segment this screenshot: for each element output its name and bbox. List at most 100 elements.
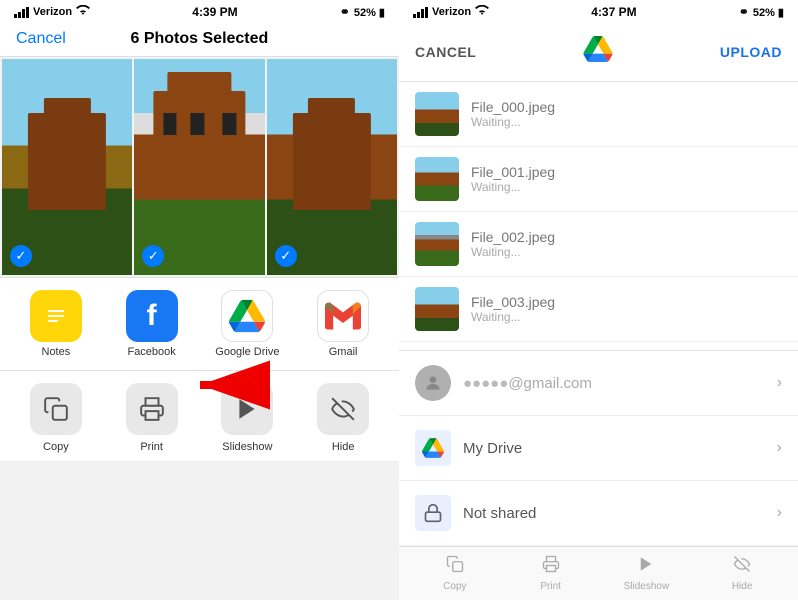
check-badge-3: ✓ [275,245,297,267]
file-thumb-0 [415,92,459,136]
file-status-1: Waiting... [471,180,782,194]
drive-folder-icon [415,430,451,466]
photo-3[interactable]: ✓ [267,59,397,275]
file-status-3: Waiting... [471,310,782,324]
bottom-bar-right: Copy Print Slideshow [399,546,798,600]
slideshow-label: Slideshow [222,441,272,453]
photo-bg-3 [267,59,397,275]
wifi-icon-right [475,5,489,19]
bottom-hide-label: Hide [732,581,753,592]
bluetooth-icon-right: ⚭ [739,5,749,19]
file-item-2: File_002.jpeg Waiting... [399,212,798,277]
photo-2[interactable]: ✓ [134,59,264,275]
not-shared-label: Not shared [463,505,765,522]
battery-left: 52% ▮ [354,6,385,19]
photo-1[interactable]: ✓ [2,59,132,275]
cancel-button-left[interactable]: Cancel [16,30,66,48]
status-right-right: ⚭ 52% ▮ [739,5,784,19]
building-1 [28,113,106,210]
bottom-print-label: Print [540,581,561,592]
file-name-2: File_002.jpeg [471,229,782,245]
right-phone: Verizon 4:37 PM ⚭ 52% ▮ CANCEL [399,0,798,600]
photo-bg-2 [134,59,264,275]
status-bar-right: Verizon 4:37 PM ⚭ 52% ▮ [399,0,798,22]
bottom-slideshow-label: Slideshow [624,581,670,592]
file-info-0: File_000.jpeg Waiting... [471,99,782,129]
bottom-copy-label: Copy [443,581,466,592]
photo-bg-1 [2,59,132,275]
bottom-hide[interactable]: Hide [694,555,790,592]
file-thumb-1 [415,157,459,201]
nav-title-left: 6 Photos Selected [130,30,268,48]
carrier-left: Verizon [14,5,90,19]
file-name-1: File_001.jpeg [471,164,782,180]
building-3 [293,113,371,210]
action-copy[interactable]: Copy [8,383,104,453]
file-status-2: Waiting... [471,245,782,259]
copy-label: Copy [43,441,69,453]
building-2 [154,91,245,199]
share-app-facebook[interactable]: f Facebook [104,290,200,358]
account-chevron: › [777,374,782,392]
file-list: File_000.jpeg Waiting... File_001.jpeg W… [399,82,798,350]
notes-label: Notes [42,346,71,358]
status-bar-left: Verizon 4:39 PM ⚭ 52% ▮ [0,0,399,22]
file-item-0: File_000.jpeg Waiting... [399,82,798,147]
dialog-cancel-button[interactable]: CANCEL [415,44,476,60]
hide-label: Hide [332,441,355,453]
file-thumb-3 [415,287,459,331]
bottom-print[interactable]: Print [503,555,599,592]
file-item-1: File_001.jpeg Waiting... [399,147,798,212]
file-thumb-2 [415,222,459,266]
bottom-hide-icon [733,555,751,578]
signal-icon-right [413,7,428,18]
share-app-gmail[interactable]: Gmail [295,290,391,358]
carrier-right: Verizon [413,5,489,19]
time-right: 4:37 PM [591,5,636,19]
battery-right: 52% ▮ [753,6,784,19]
account-avatar [415,365,451,401]
upload-dialog: CANCEL UPLOAD File [399,22,798,600]
bottom-slideshow[interactable]: Slideshow [599,555,695,592]
status-right-left: ⚭ 52% ▮ [340,5,385,19]
time-left: 4:39 PM [192,5,237,19]
not-shared-chevron: › [777,504,782,522]
check-badge-1: ✓ [10,245,32,267]
dialog-upload-button[interactable]: UPLOAD [720,44,782,60]
file-info-1: File_001.jpeg Waiting... [471,164,782,194]
bottom-print-icon [542,555,560,578]
action-hide[interactable]: Hide [295,383,391,453]
share-app-gdrive[interactable]: Google Drive [200,290,296,358]
bluetooth-icon-left: ⚭ [340,5,350,19]
file-info-2: File_002.jpeg Waiting... [471,229,782,259]
dialog-nav: CANCEL UPLOAD [399,22,798,82]
nav-bar-left: Cancel 6 Photos Selected [0,22,399,57]
notes-icon [30,290,82,342]
bottom-copy-icon [446,555,464,578]
bottom-copy[interactable]: Copy [407,555,503,592]
file-name-3: File_003.jpeg [471,294,782,310]
location-section: ●●●●●@gmail.com › My Drive [399,350,798,546]
lock-icon [415,495,451,531]
facebook-icon: f [126,290,178,342]
gdrive-icon [221,290,273,342]
gmail-label: Gmail [329,346,358,358]
account-row[interactable]: ●●●●●@gmail.com › [399,351,798,416]
bottom-slideshow-icon [637,555,655,578]
file-name-0: File_000.jpeg [471,99,782,115]
gmail-icon [317,290,369,342]
file-status-0: Waiting... [471,115,782,129]
my-drive-chevron: › [777,439,782,457]
hide-icon [317,383,369,435]
not-shared-row[interactable]: Not shared › [399,481,798,546]
my-drive-row[interactable]: My Drive › [399,416,798,481]
facebook-label: Facebook [127,346,175,358]
account-email: ●●●●●@gmail.com [463,375,765,392]
file-item-3: File_003.jpeg Waiting... [399,277,798,342]
my-drive-label: My Drive [463,440,765,457]
carrier-name-right: Verizon [432,6,471,18]
file-info-3: File_003.jpeg Waiting... [471,294,782,324]
signal-icon [14,7,29,18]
share-app-notes[interactable]: Notes [8,290,104,358]
carrier-name-left: Verizon [33,6,72,18]
